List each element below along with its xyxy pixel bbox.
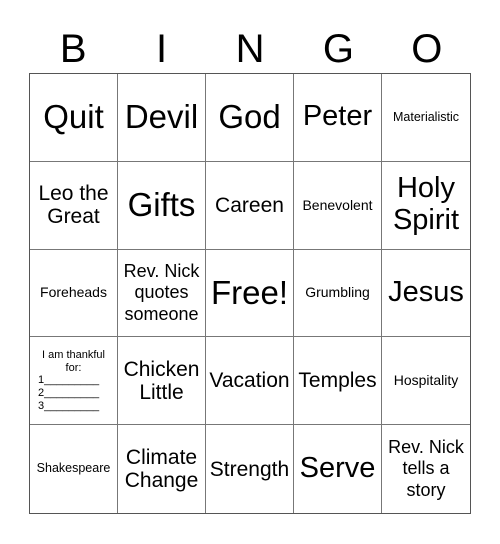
bingo-cell[interactable]: Rev. Nick quotes someone	[118, 249, 206, 338]
header-letter-b: B	[59, 27, 87, 71]
thankful-line-3: 3_________	[38, 399, 100, 412]
bingo-cell[interactable]: Rev. Nick tells a story	[382, 425, 470, 513]
bingo-cell[interactable]: God	[206, 74, 294, 162]
bingo-cell[interactable]: Devil	[118, 74, 206, 162]
header-letter-i: I	[156, 27, 168, 71]
thankful-cell[interactable]: I am thankful for: 1_________ 2_________…	[30, 337, 118, 426]
bingo-cell[interactable]: Chicken Little	[118, 337, 206, 426]
bingo-cell[interactable]: Hospitality	[382, 337, 470, 426]
bingo-cell[interactable]: Grumbling	[294, 249, 382, 338]
bingo-cell[interactable]: Careen	[206, 161, 294, 250]
thankful-prompt: I am thankful for:	[42, 349, 105, 374]
free-space-cell[interactable]: Free!	[206, 249, 294, 338]
bingo-cell[interactable]: Holy Spirit	[382, 162, 470, 250]
bingo-cell[interactable]: Quit	[30, 74, 118, 162]
bingo-cell[interactable]: Materialistic	[382, 74, 470, 162]
thankful-line-1: 1_________	[38, 374, 100, 387]
bingo-grid: Quit Devil God Peter Materialistic Leo t…	[29, 73, 471, 514]
thankful-line-2: 2_________	[38, 387, 100, 400]
bingo-cell[interactable]: Jesus	[382, 250, 470, 338]
header-letter-n: N	[235, 27, 265, 71]
bingo-cell[interactable]: Vacation	[206, 337, 294, 426]
bingo-header: B I N G O	[29, 24, 471, 74]
bingo-cell[interactable]: Foreheads	[30, 249, 118, 338]
bingo-cell[interactable]: Strength	[206, 425, 294, 513]
header-letter-o: O	[411, 27, 443, 71]
bingo-cell[interactable]: Shakespeare	[30, 425, 118, 513]
bingo-cell[interactable]: Serve	[294, 425, 382, 513]
bingo-cell[interactable]: Leo the Great	[30, 161, 118, 250]
bingo-cell[interactable]: Climate Change	[118, 425, 206, 513]
bingo-cell[interactable]: Gifts	[118, 161, 206, 250]
header-letter-g: G	[322, 27, 354, 71]
bingo-cell[interactable]: Temples	[294, 337, 382, 426]
bingo-cell[interactable]: Peter	[294, 74, 382, 162]
bingo-cell[interactable]: Benevolent	[294, 161, 382, 250]
